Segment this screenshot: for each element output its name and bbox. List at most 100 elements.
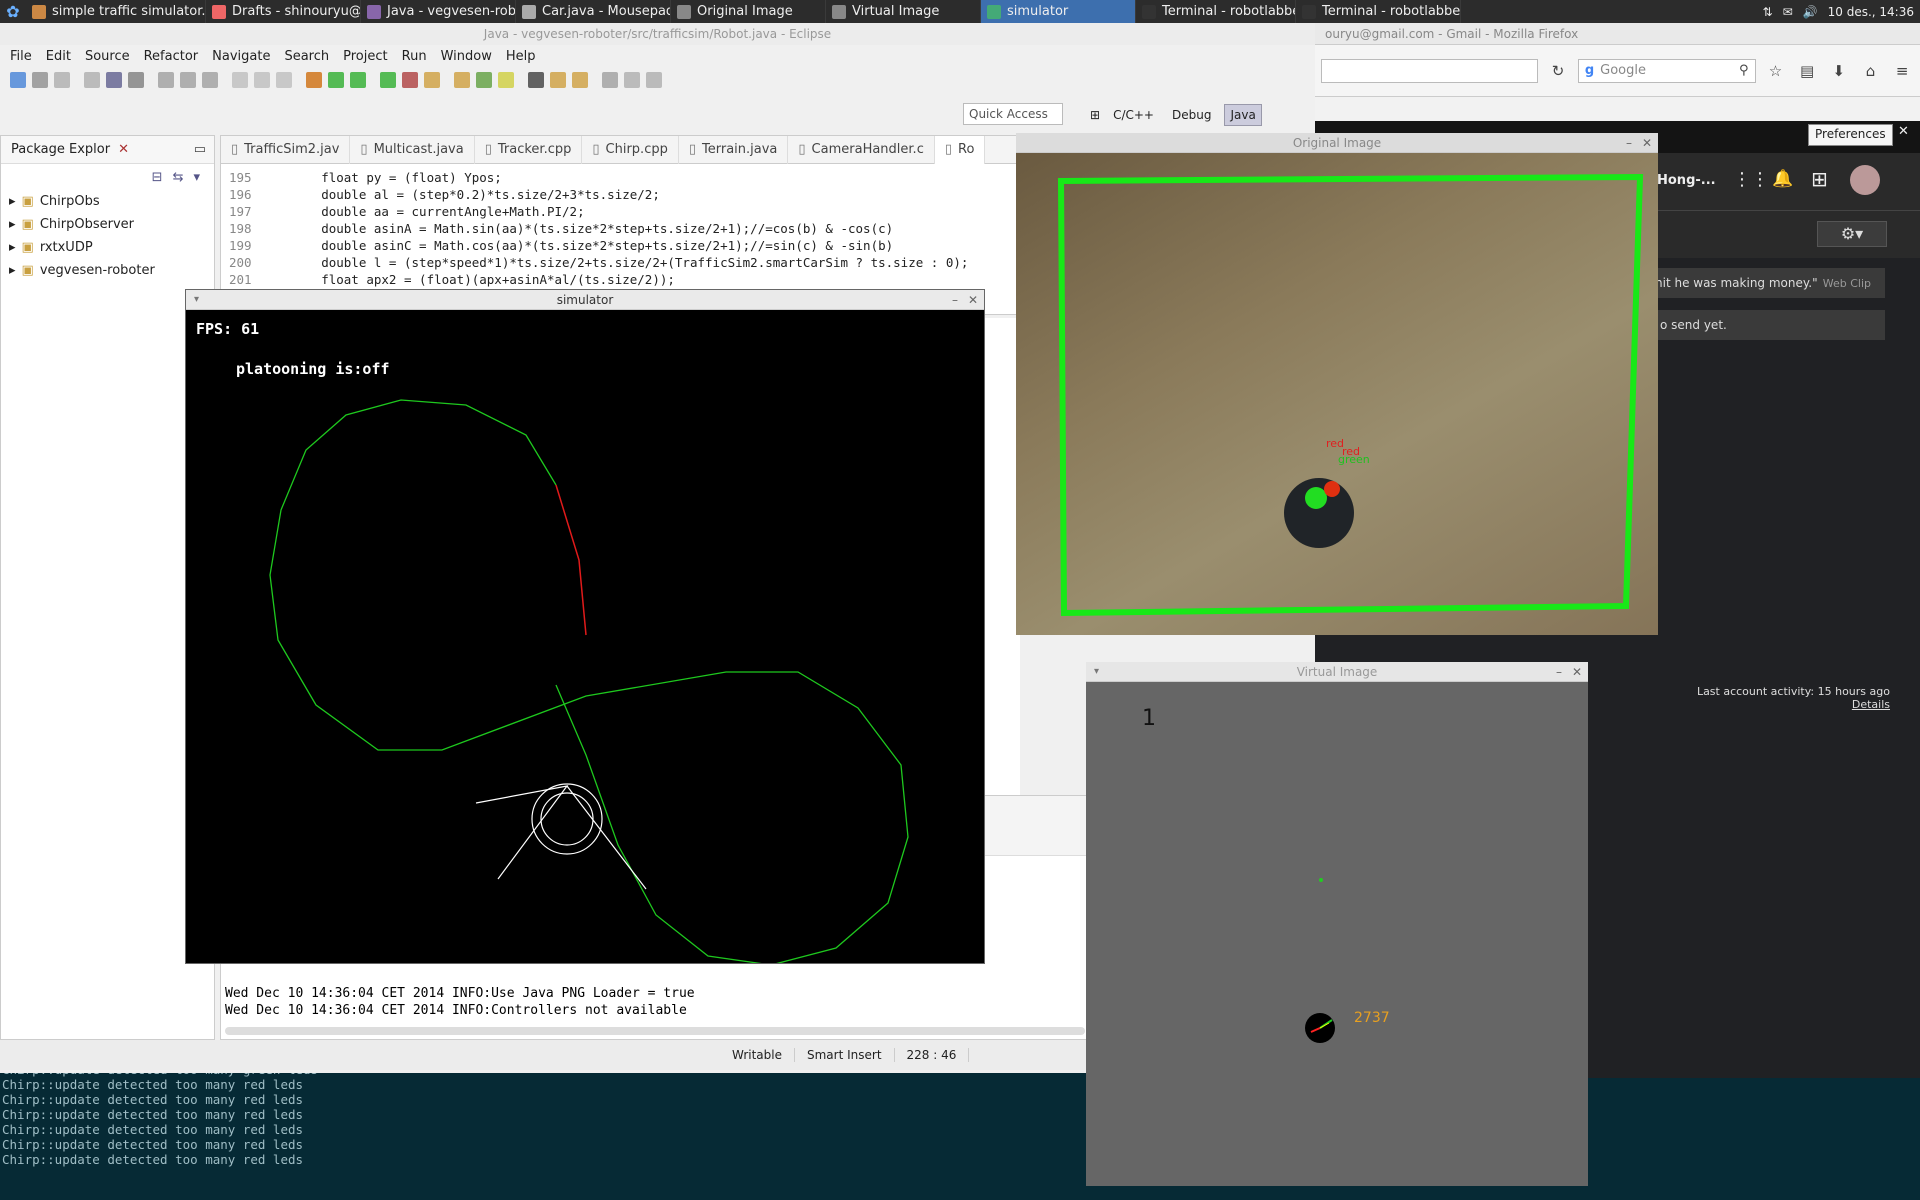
download-icon[interactable]: ⬇ <box>1827 59 1851 83</box>
minimize-icon[interactable]: – <box>1626 136 1632 150</box>
toolbar-tool-icon[interactable] <box>276 72 292 88</box>
network-icon[interactable]: ⇅ <box>1763 5 1773 19</box>
perspective-cc[interactable]: C/C++ <box>1108 105 1159 125</box>
editor-tab[interactable]: ▯ Ro <box>934 135 986 164</box>
bookmarks-icon[interactable]: ▤ <box>1795 59 1819 83</box>
toolbar-tool-icon[interactable] <box>476 72 492 88</box>
menu-navigate[interactable]: Navigate <box>212 49 270 64</box>
taskbar-item[interactable]: Virtual Image <box>826 0 981 23</box>
volume-icon[interactable]: 🔊 <box>1803 5 1818 19</box>
settings-gear-icon[interactable]: ⚙▾ <box>1817 221 1887 247</box>
home-icon[interactable]: ⌂ <box>1859 59 1883 83</box>
original-image-titlebar[interactable]: Original Image – ✕ <box>1016 133 1658 153</box>
clock[interactable]: 10 des., 14:36 <box>1828 5 1914 19</box>
editor-tab[interactable]: ▯ TrafficSim2.jav <box>221 135 351 164</box>
toolbar-tool-icon[interactable] <box>180 72 196 88</box>
editor-tab[interactable]: ▯ Chirp.cpp <box>582 135 679 164</box>
tab-package-explorer[interactable]: Package Explor ✕ ▭ <box>1 136 214 164</box>
toolbar-tool-icon[interactable] <box>106 72 122 88</box>
toolbar-tool-icon[interactable] <box>454 72 470 88</box>
horizontal-scrollbar[interactable] <box>225 1027 1085 1035</box>
mail-icon[interactable]: ✉ <box>1783 5 1793 19</box>
toolbar-tool-icon[interactable] <box>550 72 566 88</box>
toolbar-tool-icon[interactable] <box>402 72 418 88</box>
taskbar-item[interactable]: simulator <box>981 0 1136 23</box>
project-item[interactable]: ▸ ▣ rxtxUDP <box>1 236 214 259</box>
taskbar-item[interactable]: Terminal - robotlabben@... <box>1296 0 1461 23</box>
close-icon[interactable]: ✕ <box>118 142 129 157</box>
toolbar-tool-icon[interactable] <box>158 72 174 88</box>
taskbar-item[interactable]: Java - vegvesen-roboter/... <box>361 0 516 23</box>
close-icon[interactable]: ✕ <box>1898 124 1909 139</box>
quick-access-field[interactable]: Quick Access <box>963 103 1063 125</box>
toolbar-tool-icon[interactable] <box>128 72 144 88</box>
preferences-button[interactable]: Preferences <box>1808 124 1893 146</box>
menu-window[interactable]: Window <box>441 49 492 64</box>
collapse-all-icon[interactable]: ⊟ <box>152 170 163 185</box>
toolbar-tool-icon[interactable] <box>306 72 322 88</box>
menu-edit[interactable]: Edit <box>46 49 71 64</box>
minimize-icon[interactable]: – <box>1556 665 1562 679</box>
toolbar-tool-icon[interactable] <box>232 72 248 88</box>
apps-grid-icon[interactable]: ⋮⋮ <box>1733 169 1769 190</box>
menu-project[interactable]: Project <box>343 49 387 64</box>
search-icon[interactable]: ⚲ <box>1739 63 1755 78</box>
simulator-titlebar[interactable]: ▾ simulator – ✕ <box>186 290 984 310</box>
window-menu-icon[interactable]: ▾ <box>1094 666 1099 677</box>
toolbar-tool-icon[interactable] <box>254 72 270 88</box>
taskbar-item[interactable]: simple traffic simulator.z... <box>26 0 206 23</box>
editor-tab[interactable]: ▯ Terrain.java <box>679 135 789 164</box>
editor-tab[interactable]: ▯ Multicast.java <box>350 135 475 164</box>
window-menu-icon[interactable]: ▾ <box>194 294 199 305</box>
share-plus-icon[interactable]: ⊞ <box>1811 167 1828 191</box>
expand-arrow-icon[interactable]: ▸ <box>9 263 16 278</box>
open-perspective-icon[interactable]: ⊞ <box>1090 108 1100 122</box>
menu-search[interactable]: Search <box>284 49 329 64</box>
toolbar-tool-icon[interactable] <box>528 72 544 88</box>
minimize-icon[interactable]: – <box>952 293 958 307</box>
menu-source[interactable]: Source <box>85 49 130 64</box>
editor-tab[interactable]: ▯ CameraHandler.c <box>788 135 935 164</box>
toolbar-tool-icon[interactable] <box>424 72 440 88</box>
close-icon[interactable]: ✕ <box>1642 136 1652 150</box>
toolbar-tool-icon[interactable] <box>646 72 662 88</box>
expand-arrow-icon[interactable]: ▸ <box>9 217 16 232</box>
toolbar-tool-icon[interactable] <box>84 72 100 88</box>
original-image-window[interactable]: Original Image – ✕ red red green <box>1016 133 1658 635</box>
toolbar-tool-icon[interactable] <box>602 72 618 88</box>
link-editor-icon[interactable]: ⇆ <box>173 170 184 185</box>
virtual-image-titlebar[interactable]: ▾ Virtual Image – ✕ <box>1086 662 1588 682</box>
details-link[interactable]: Details <box>1630 698 1890 711</box>
taskbar-item[interactable]: Car.java - Mousepad <box>516 0 671 23</box>
toolbar-tool-icon[interactable] <box>498 72 514 88</box>
menu-icon[interactable]: ≡ <box>1890 59 1914 83</box>
toolbar-tool-icon[interactable] <box>54 72 70 88</box>
perspective-debug[interactable]: Debug <box>1167 105 1216 125</box>
toolbar-tool-icon[interactable] <box>202 72 218 88</box>
project-item[interactable]: ▸ ▣ ChirpObs <box>1 190 214 213</box>
expand-arrow-icon[interactable]: ▸ <box>9 240 16 255</box>
project-item[interactable]: ▸ ▣ vegvesen-roboter <box>1 259 214 282</box>
minimize-icon[interactable]: ▭ <box>194 142 214 157</box>
expand-arrow-icon[interactable]: ▸ <box>9 194 16 209</box>
toolbar-tool-icon[interactable] <box>380 72 396 88</box>
view-menu-icon[interactable]: ▾ <box>193 170 200 185</box>
taskbar-item[interactable]: Drafts - shinouryu@gmai... <box>206 0 361 23</box>
reload-icon[interactable]: ↻ <box>1546 59 1570 83</box>
project-item[interactable]: ▸ ▣ ChirpObserver <box>1 213 214 236</box>
search-box[interactable]: g Google ⚲ <box>1577 58 1756 83</box>
toolbar-tool-icon[interactable] <box>328 72 344 88</box>
avatar[interactable] <box>1850 165 1880 195</box>
perspective-java[interactable]: Java <box>1224 104 1262 126</box>
close-icon[interactable]: ✕ <box>1572 665 1582 679</box>
toolbar-tool-icon[interactable] <box>572 72 588 88</box>
url-bar[interactable] <box>1321 58 1539 83</box>
virtual-image-window[interactable]: ▾ Virtual Image – ✕ 1 2737 <box>1086 662 1588 1186</box>
menu-refactor[interactable]: Refactor <box>144 49 199 64</box>
bookmark-star-icon[interactable]: ☆ <box>1764 59 1788 83</box>
taskbar-item[interactable]: Terminal - robotlabben@... <box>1136 0 1296 23</box>
toolbar-tool-icon[interactable] <box>624 72 640 88</box>
whisker-menu-icon[interactable]: ✿ <box>0 0 26 23</box>
toolbar-tool-icon[interactable] <box>350 72 366 88</box>
notifications-icon[interactable]: 🔔 <box>1772 169 1793 189</box>
